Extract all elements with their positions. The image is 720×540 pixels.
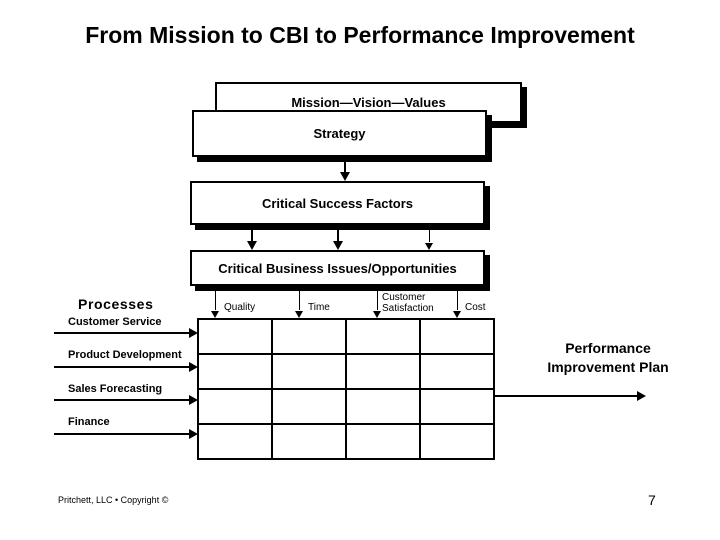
matrix-row-label-finance: Finance [68, 416, 110, 428]
flow-box-critical-business-issues-label: Critical Business Issues/Opportunities [218, 260, 457, 276]
matrix-row-label-sales-forecasting: Sales Forecasting [68, 383, 163, 395]
matrix-cell[interactable] [419, 388, 495, 425]
matrix-column-header-customer-satisfaction: Customer Satisfaction [382, 292, 434, 314]
performance-improvement-plan-line1: Performance [565, 340, 651, 356]
matrix-cell[interactable] [419, 318, 495, 355]
arrow-cbi-to-column-customer-satisfaction [373, 291, 381, 318]
arrow-cbi-to-column-cost [453, 291, 461, 318]
slide-canvas: From Mission to CBI to Performance Impro… [0, 0, 720, 540]
flow-box-critical-success-factors-label: Critical Success Factors [261, 195, 414, 211]
arrow-csf-to-cbi-2 [333, 229, 343, 250]
arrow-matrix-to-performance-improvement-plan [495, 391, 646, 401]
matrix-cell[interactable] [345, 423, 421, 460]
flow-box-critical-business-issues[interactable]: Critical Business Issues/Opportunities [190, 250, 485, 286]
arrow-cbi-to-column-quality [211, 291, 219, 318]
table-row[interactable] [197, 318, 495, 355]
matrix-row-label-customer-service: Customer Service [68, 316, 162, 328]
performance-improvement-plan: Performance Improvement Plan [496, 339, 720, 377]
arrow-row-sales-forecasting [54, 395, 198, 405]
matrix-cell[interactable] [271, 388, 347, 425]
matrix-cell[interactable] [345, 388, 421, 425]
matrix-cell[interactable] [197, 423, 273, 460]
performance-improvement-plan-line2: Improvement Plan [547, 359, 669, 375]
matrix-cell[interactable] [197, 318, 273, 355]
flow-box-strategy[interactable]: Strategy [192, 110, 487, 157]
process-performance-matrix[interactable] [197, 318, 495, 460]
matrix-cell[interactable] [271, 423, 347, 460]
matrix-cell[interactable] [345, 353, 421, 390]
flow-box-critical-success-factors[interactable]: Critical Success Factors [190, 181, 485, 225]
table-row[interactable] [197, 388, 495, 425]
arrow-row-product-development [54, 362, 198, 372]
matrix-cell[interactable] [271, 353, 347, 390]
matrix-cell[interactable] [345, 318, 421, 355]
matrix-cell[interactable] [419, 423, 495, 460]
table-row[interactable] [197, 353, 495, 390]
arrow-strategy-to-csf [340, 158, 350, 181]
arrow-row-finance [54, 429, 198, 439]
matrix-row-label-product-development: Product Development [68, 349, 182, 361]
arrow-csf-to-cbi-3 [425, 229, 433, 250]
arrow-csf-to-cbi-1 [247, 229, 257, 250]
page-title: From Mission to CBI to Performance Impro… [85, 22, 635, 48]
matrix-cell[interactable] [197, 388, 273, 425]
arrow-row-customer-service [54, 328, 198, 338]
matrix-cell[interactable] [271, 318, 347, 355]
table-row[interactable] [197, 423, 495, 460]
matrix-cell[interactable] [197, 353, 273, 390]
matrix-body [197, 318, 495, 460]
flow-box-strategy-label: Strategy [313, 126, 366, 141]
matrix-column-header-quality: Quality [224, 302, 256, 313]
arrow-cbi-to-column-time [295, 291, 303, 318]
processes-heading: Processes [78, 296, 154, 312]
footer-copyright: Pritchett, LLC • Copyright © [58, 495, 169, 505]
matrix-column-header-cost: Cost [465, 302, 486, 313]
matrix-cell[interactable] [419, 353, 495, 390]
flow-box-mission-vision-values-label: Mission—Vision—Values [291, 95, 446, 110]
page-number: 7 [648, 492, 656, 508]
matrix-column-header-time: Time [308, 302, 330, 313]
